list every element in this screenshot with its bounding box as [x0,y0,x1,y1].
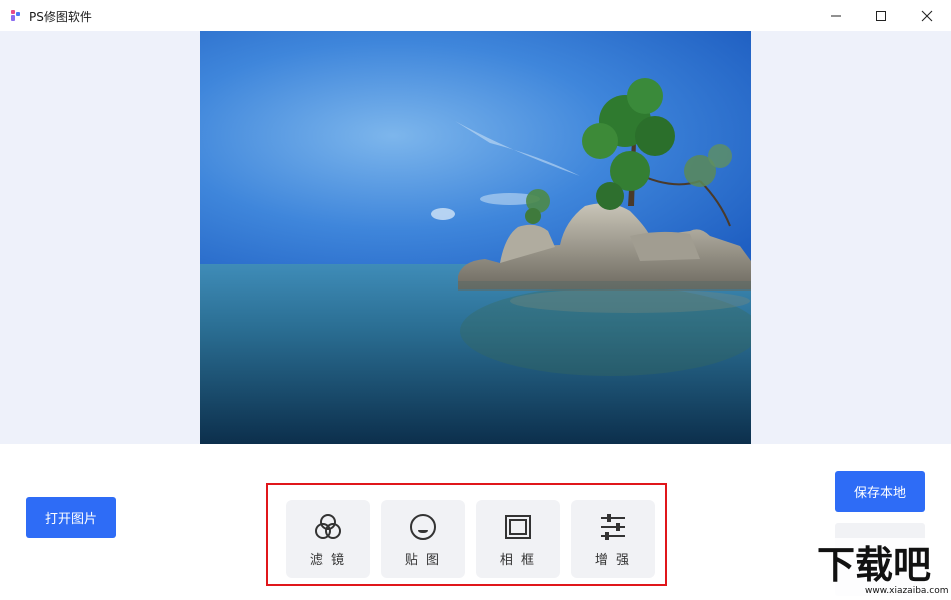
save-local-button[interactable]: 保存本地 [835,471,925,512]
svg-text:www.xiazaiba.com: www.xiazaiba.com [865,586,949,596]
minimize-button[interactable] [813,0,859,31]
maximize-button[interactable] [858,0,904,31]
tool-filter-label: 滤 镜 [309,553,347,568]
filter-icon [315,514,341,539]
tool-sticker-label: 贴 图 [404,553,442,568]
close-icon [921,10,933,21]
title-bar: PS修图软件 [0,0,951,31]
sticker-icon [410,514,436,540]
minimize-icon [831,15,841,16]
tool-frame[interactable]: 相 框 [476,500,560,578]
tool-frame-label: 相 框 [499,553,537,568]
tool-enhance-label: 增 强 [594,553,632,568]
watermark-logo: 下载吧 www.xiazaiba.com [813,538,951,596]
tool-sticker[interactable]: 贴 图 [381,500,465,578]
image-preview[interactable] [200,31,751,444]
maximize-icon [876,10,886,21]
watermark: 下载吧 www.xiazaiba.com [813,538,951,596]
svg-text:下载吧: 下载吧 [817,543,931,587]
frame-icon [505,515,531,539]
window-title: PS修图软件 [29,10,92,24]
seascape-photo [200,31,751,444]
adjust-sliders-icon [601,514,625,540]
close-button[interactable] [904,0,950,31]
app-logo-icon [11,10,20,21]
tool-enhance[interactable]: 增 强 [571,500,655,578]
open-image-button[interactable]: 打开图片 [26,497,116,538]
tool-filter[interactable]: 滤 镜 [286,500,370,578]
